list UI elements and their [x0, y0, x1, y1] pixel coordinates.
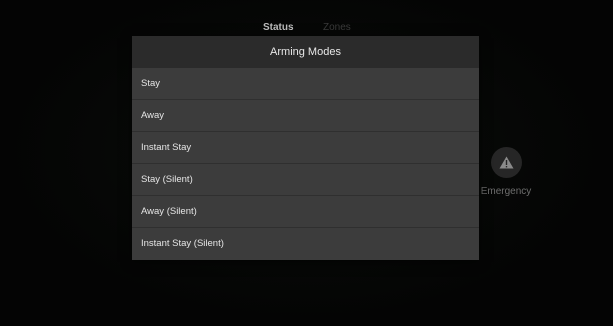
arming-modes-dialog: Arming Modes Stay Away Instant Stay Stay… — [132, 36, 479, 260]
dialog-header: Arming Modes — [132, 36, 479, 68]
tab-status[interactable]: Status — [263, 20, 294, 36]
dialog-title: Arming Modes — [270, 46, 341, 58]
option-stay[interactable]: Stay — [132, 68, 479, 100]
option-away-silent[interactable]: Away (Silent) — [132, 196, 479, 228]
warning-triangle-icon — [499, 156, 513, 169]
option-instant-stay-silent[interactable]: Instant Stay (Silent) — [132, 228, 479, 260]
tab-zones[interactable]: Zones — [323, 20, 351, 36]
security-panel-screen: Status Zones Emergency Arming Modes Stay… — [0, 0, 613, 326]
option-instant-stay[interactable]: Instant Stay — [132, 132, 479, 164]
emergency-label: Emergency — [480, 186, 532, 197]
option-stay-silent[interactable]: Stay (Silent) — [132, 164, 479, 196]
option-away[interactable]: Away — [132, 100, 479, 132]
emergency-button[interactable]: Emergency — [480, 147, 532, 203]
top-tab-bar: Status Zones — [0, 20, 613, 36]
emergency-circle — [490, 147, 522, 178]
arming-mode-list: Stay Away Instant Stay Stay (Silent) Awa… — [132, 68, 479, 260]
